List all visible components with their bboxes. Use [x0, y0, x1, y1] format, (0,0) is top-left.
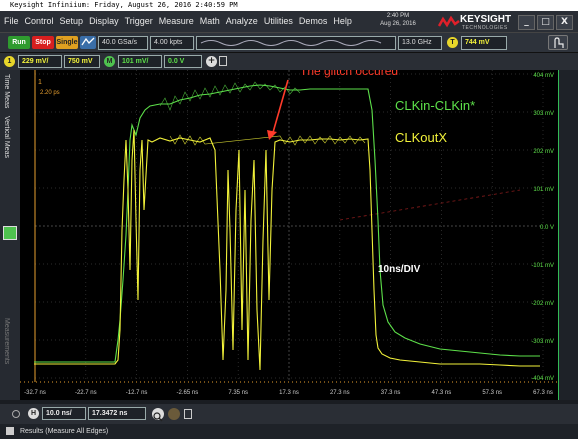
scale-label: -202 mV [531, 301, 554, 307]
time-label: 47.3 ns [432, 390, 452, 396]
time-axis-labels: -32.7 ns -22.7 ns -12.7 ns -2.65 ns 7.35 ns 1… [24, 390, 553, 396]
channel-menu-icon[interactable] [219, 56, 227, 66]
menu-display[interactable]: Display [89, 16, 119, 26]
time-label: -22.7 ns [75, 390, 97, 396]
clock-time: 2:40 PM [386, 13, 410, 19]
memory-depth-field[interactable]: 4.00 kpts [150, 36, 194, 50]
side-tabs: Time Meas Vertical Meas Measurements [0, 70, 20, 400]
oscilloscope-window: Keysight Infiniium: Friday, August 26, 2… [0, 0, 578, 439]
waveform-display[interactable]: 2.20 ps 1 The glitch occured CLKin-CLKin… [20, 64, 558, 400]
timebase-overview[interactable] [196, 36, 396, 50]
time-label: 7.35 ns [228, 390, 248, 396]
clkin-noise [159, 81, 301, 111]
scale-label: -101 mV [531, 263, 554, 269]
horizontal-bar: H 10.0 ns/ 17.3472 ns [0, 404, 578, 424]
brand-wave-icon [438, 16, 460, 28]
math-badge[interactable]: M [104, 56, 115, 67]
menu-math[interactable]: Math [200, 16, 220, 26]
bandwidth-field[interactable]: 13.0 GHz [398, 36, 442, 50]
results-bar: Results (Measure All Edges) [0, 424, 578, 439]
single-button[interactable]: Single [56, 36, 78, 49]
horizontal-position[interactable]: 17.3472 ns [88, 407, 146, 420]
menu-help[interactable]: Help [333, 16, 352, 26]
horizontal-scale[interactable]: 10.0 ns/ [42, 407, 86, 420]
menu-trigger[interactable]: Trigger [125, 16, 153, 26]
clock-date: Aug 26, 2016 [380, 21, 416, 27]
horizontal-menu-icon[interactable] [184, 409, 192, 419]
time-label: 37.3 ns [381, 390, 401, 396]
add-channel-icon[interactable]: + [206, 56, 217, 67]
right-scale-bar [558, 70, 578, 400]
time-label: 67.3 ns [533, 390, 553, 396]
menu-utilities[interactable]: Utilities [264, 16, 293, 26]
minimize-button[interactable]: _ [518, 15, 535, 30]
clkout-label: CLKoutX [395, 130, 447, 145]
glitch-label: The glitch occured [300, 70, 398, 78]
menu-file[interactable]: File [4, 16, 19, 26]
time-label: 27.3 ns [330, 390, 350, 396]
channel-bar: 1 229 mV/ 750 mV M 101 mV/ 0.0 V + [0, 53, 578, 70]
waveform-canvas: 2.20 ps 1 The glitch occured CLKin-CLKin… [20, 64, 558, 396]
maximize-button[interactable]: □ [537, 15, 554, 30]
touch-icon[interactable] [548, 35, 568, 50]
scale-label: -404 mV [531, 376, 554, 382]
menu-measure[interactable]: Measure [159, 16, 194, 26]
expand-icon[interactable] [12, 410, 20, 418]
time-label: 57.3 ns [482, 390, 502, 396]
stop-button[interactable]: Stop [32, 36, 54, 49]
zoom-icon[interactable] [152, 408, 164, 422]
time-label: -12.7 ns [126, 390, 148, 396]
glitch-arrowhead-icon [267, 130, 277, 140]
time-label: -32.7 ns [24, 390, 46, 396]
settings-icon[interactable] [168, 408, 180, 420]
tab-vertical-meas[interactable]: Vertical Meas [3, 116, 10, 158]
trigger-badge: T [447, 37, 458, 48]
autoscale-icon[interactable] [80, 36, 96, 49]
brand-sub: TECHNOLOGIES [462, 25, 508, 31]
results-icon[interactable] [6, 427, 14, 436]
channel1-scale[interactable]: 229 mV/ [18, 55, 62, 68]
brand-name: KEYSIGHT [460, 14, 512, 25]
marker-label: 1 [38, 79, 42, 86]
tab-measurements[interactable]: Measurements [3, 318, 10, 364]
brand-logo: KEYSIGHT TECHNOLOGIES [438, 14, 514, 31]
results-label[interactable]: Results (Measure All Edges) [20, 428, 108, 435]
channel1-badge[interactable]: 1 [4, 56, 15, 67]
trigger-level-field[interactable]: 744 mV [461, 36, 507, 50]
clkin-label: CLKin-CLKin* [395, 98, 475, 113]
scale-label: 101 mV [533, 187, 554, 193]
close-button[interactable]: X [556, 15, 573, 30]
graticule-grid [34, 70, 544, 382]
scale-label: 303 mV [533, 111, 554, 117]
scale-label: 202 mV [533, 149, 554, 155]
math-marker-icon[interactable] [3, 226, 17, 240]
scale-label: -303 mV [531, 339, 554, 345]
math-scale[interactable]: 101 mV/ [118, 55, 162, 68]
scale-label: 0.0 V [540, 225, 554, 231]
menu-analyze[interactable]: Analyze [226, 16, 258, 26]
div-label: 10ns/DIV [378, 264, 421, 275]
clock-readout: 2:40 PM Aug 26, 2016 [370, 12, 426, 28]
sample-rate-field[interactable]: 40.0 GSa/s [98, 36, 148, 50]
time-label: -2.65 ns [177, 390, 199, 396]
run-button[interactable]: Run [8, 36, 30, 49]
vertical-scale-labels: 404 mV 303 mV 202 mV 101 mV 0.0 V -101 mV -202… [531, 73, 554, 382]
channel1-offset[interactable]: 750 mV [64, 55, 100, 68]
menu-bar: File Control Setup Display Trigger Measu… [0, 11, 578, 33]
menu-control[interactable]: Control [25, 16, 54, 26]
clkout-waveform [34, 129, 540, 371]
acquisition-toolbar: Run Stop Single 40.0 GSa/s 4.00 kpts 13.… [0, 33, 578, 53]
ps-label: 2.20 ps [40, 90, 60, 96]
time-label: 17.3 ns [279, 390, 299, 396]
threshold-line [339, 189, 521, 221]
scale-label: 404 mV [533, 73, 554, 79]
menu-setup[interactable]: Setup [60, 16, 84, 26]
tab-time-meas[interactable]: Time Meas [3, 74, 10, 108]
clkin-waveform [34, 84, 540, 363]
menu-demos[interactable]: Demos [299, 16, 328, 26]
math-offset[interactable]: 0.0 V [164, 55, 202, 68]
screenshot-caption: Keysight Infiniium: Friday, August 26, 2… [0, 0, 578, 11]
horizontal-badge[interactable]: H [28, 408, 39, 419]
menu-list: File Control Setup Display Trigger Measu… [4, 16, 352, 26]
